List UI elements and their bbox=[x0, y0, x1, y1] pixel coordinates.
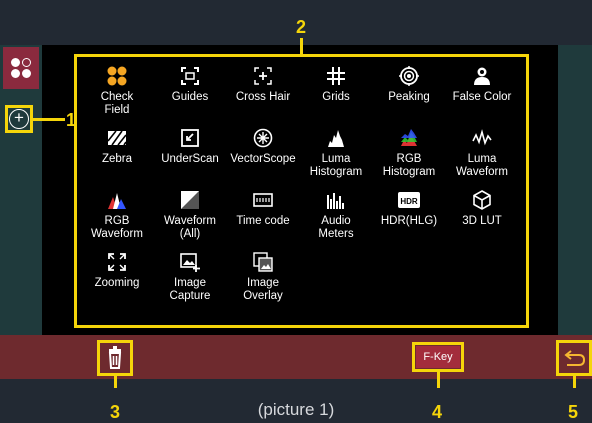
right-sidebar bbox=[558, 45, 592, 335]
callout-box-3 bbox=[97, 340, 133, 376]
callout-box-4 bbox=[412, 342, 464, 372]
callout-line-3 bbox=[114, 376, 117, 388]
menu-logo-button[interactable] bbox=[3, 47, 39, 89]
picture-caption: (picture 1) bbox=[257, 400, 335, 419]
callout-box-1 bbox=[5, 105, 33, 133]
callout-box-2 bbox=[74, 54, 529, 328]
callout-line-5 bbox=[573, 376, 576, 388]
callout-line-4 bbox=[437, 372, 440, 388]
callout-line-1 bbox=[33, 118, 65, 121]
callout-box-5 bbox=[556, 340, 592, 376]
callout-number-2: 2 bbox=[296, 17, 307, 37]
callout-line-2 bbox=[300, 38, 303, 54]
bottom-toolbar bbox=[0, 335, 592, 379]
